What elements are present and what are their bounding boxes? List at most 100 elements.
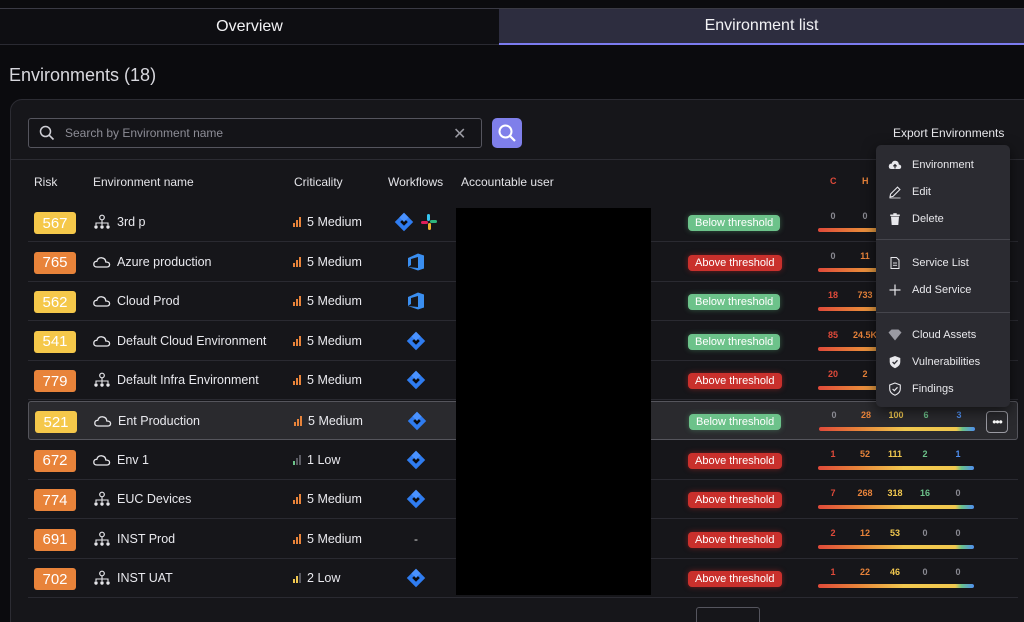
criticality-level: 5 bbox=[308, 414, 315, 428]
search-icon bbox=[39, 125, 55, 141]
severity-count: 0 bbox=[922, 527, 928, 538]
row-actions-button[interactable]: ••• bbox=[986, 411, 1008, 433]
jira-icon[interactable] bbox=[407, 411, 427, 431]
menu-item-service-list[interactable]: Service List bbox=[888, 255, 969, 271]
menu-item-edit[interactable]: Edit bbox=[888, 184, 931, 200]
criticality-label: Medium bbox=[317, 215, 362, 229]
cloud-upload-icon bbox=[888, 160, 902, 169]
threshold-status-badge: Above threshold bbox=[688, 531, 782, 548]
slack-icon[interactable] bbox=[420, 213, 438, 231]
infrastructure-icon bbox=[94, 372, 110, 388]
criticality-cell: 5 Medium bbox=[293, 373, 362, 387]
environment-name[interactable]: Cloud Prod bbox=[117, 294, 180, 308]
environment-name[interactable]: 3rd p bbox=[117, 215, 146, 229]
threshold-status-badge: Below threshold bbox=[688, 294, 781, 311]
risk-score-badge: 567 bbox=[34, 212, 76, 234]
severity-distribution-bar bbox=[819, 427, 975, 431]
risk-score-badge: 774 bbox=[34, 489, 76, 512]
jira-icon[interactable] bbox=[406, 568, 426, 588]
criticality-label: Medium bbox=[317, 333, 362, 348]
menu-divider bbox=[876, 312, 1010, 313]
menu-label: Add Service bbox=[912, 284, 972, 296]
cloud-icon bbox=[93, 454, 111, 466]
jira-icon[interactable] bbox=[406, 450, 426, 470]
column-accountable-user[interactable]: Accountable user bbox=[461, 175, 554, 189]
jira-icon[interactable] bbox=[406, 331, 426, 351]
severity-count: 111 bbox=[887, 448, 903, 459]
severity-count: 0 bbox=[922, 567, 928, 578]
severity-count: 1 bbox=[830, 448, 836, 459]
pencil-icon bbox=[889, 186, 901, 199]
severity-distribution-bar bbox=[818, 584, 974, 589]
menu-item-add-service[interactable]: Add Service bbox=[888, 282, 971, 298]
risk-score-badge: 672 bbox=[34, 449, 76, 472]
azure-devops-icon[interactable] bbox=[405, 252, 427, 272]
criticality-bars-icon bbox=[293, 494, 304, 505]
severity-count: 85 bbox=[827, 329, 838, 340]
severity-count: 22 bbox=[859, 567, 870, 578]
criticality-level: 5 bbox=[307, 333, 314, 348]
severity-distribution-bar bbox=[818, 505, 974, 510]
column-environment-name[interactable]: Environment name bbox=[93, 175, 194, 189]
column-critical: C bbox=[830, 176, 837, 186]
environment-name[interactable]: Default Infra Environment bbox=[117, 373, 259, 387]
risk-score-badge: 521 bbox=[35, 411, 77, 433]
environment-name[interactable]: EUC Devices bbox=[117, 492, 191, 506]
severity-count: 2 bbox=[830, 527, 836, 538]
criticality-label: Medium bbox=[317, 373, 362, 388]
environment-name[interactable]: Env 1 bbox=[117, 453, 149, 467]
cloud-icon bbox=[93, 335, 111, 347]
criticality-label: Medium bbox=[317, 254, 362, 269]
menu-item-vulnerabilities[interactable]: Vulnerabilities bbox=[888, 354, 980, 370]
header-divider bbox=[10, 159, 1024, 160]
criticality-cell: 5 Medium bbox=[293, 492, 362, 506]
criticality-level: 5 bbox=[307, 215, 314, 229]
severity-count: 46 bbox=[889, 567, 900, 578]
tab-overview[interactable]: Overview bbox=[0, 9, 499, 45]
workflow-empty: - bbox=[414, 531, 418, 546]
environment-name[interactable]: INST Prod bbox=[117, 532, 175, 546]
workflows-cell bbox=[391, 488, 441, 510]
column-criticality[interactable]: Criticality bbox=[294, 175, 343, 189]
criticality-cell: 5 Medium bbox=[293, 255, 362, 269]
menu-label: Delete bbox=[912, 213, 944, 225]
workflows-cell bbox=[391, 290, 441, 312]
column-risk[interactable]: Risk bbox=[34, 175, 57, 189]
environment-name[interactable]: INST UAT bbox=[117, 571, 173, 585]
tab-environment-list[interactable]: Environment list bbox=[499, 9, 1024, 45]
export-environments-button[interactable]: Export Environments bbox=[893, 126, 1004, 140]
jira-icon[interactable] bbox=[406, 370, 426, 390]
criticality-cell: 5 Medium bbox=[294, 414, 363, 428]
search-input[interactable] bbox=[65, 119, 445, 147]
menu-item-environment[interactable]: Environment bbox=[888, 157, 974, 173]
criticality-level: 2 bbox=[307, 571, 314, 586]
cloud-icon bbox=[93, 296, 111, 307]
severity-count: 53 bbox=[889, 527, 900, 538]
criticality-cell: 5 Medium bbox=[293, 294, 362, 308]
menu-label: Vulnerabilities bbox=[912, 356, 981, 368]
menu-label: Cloud Assets bbox=[912, 329, 977, 341]
jira-icon[interactable] bbox=[394, 212, 414, 232]
environment-name[interactable]: Azure production bbox=[117, 255, 212, 269]
severity-count: 0 bbox=[831, 410, 837, 420]
azure-devops-icon[interactable] bbox=[405, 291, 427, 311]
environment-name[interactable]: Default Cloud Environment bbox=[117, 334, 266, 348]
jira-icon[interactable] bbox=[406, 489, 426, 509]
menu-item-cloud-assets[interactable]: Cloud Assets bbox=[888, 327, 976, 343]
search-button[interactable] bbox=[492, 118, 522, 148]
clear-search-icon[interactable]: ✕ bbox=[453, 124, 466, 144]
row-context-menu: Environment Edit Delete Service List Add… bbox=[876, 145, 1010, 407]
severity-count: 0 bbox=[955, 488, 961, 499]
criticality-level: 5 bbox=[307, 254, 314, 269]
menu-label: Findings bbox=[912, 383, 954, 395]
menu-item-findings[interactable]: Findings bbox=[888, 381, 954, 397]
criticality-label: Medium bbox=[318, 414, 363, 428]
redacted-accountable-users bbox=[456, 208, 651, 595]
column-workflows[interactable]: Workflows bbox=[388, 175, 443, 189]
criticality-bars-icon bbox=[294, 416, 305, 426]
menu-item-delete[interactable]: Delete bbox=[888, 211, 944, 227]
infrastructure-icon bbox=[94, 491, 110, 506]
environment-name[interactable]: Ent Production bbox=[118, 414, 200, 428]
items-per-page-select[interactable] bbox=[696, 607, 760, 622]
risk-score-badge: 562 bbox=[34, 291, 76, 314]
